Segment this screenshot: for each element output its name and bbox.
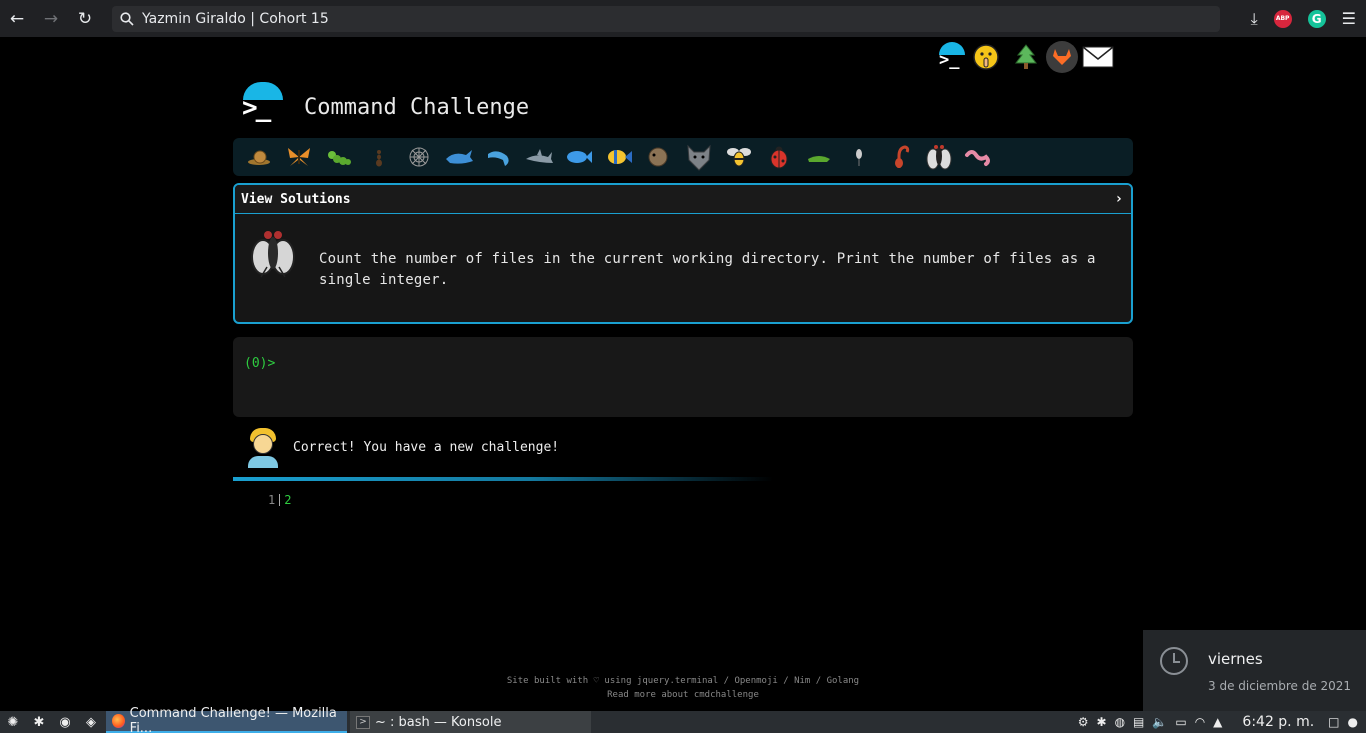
show-desktop-icon[interactable]: □ bbox=[1328, 715, 1339, 729]
taskbar: ✺ ✱ ◉ ◈ Command Challenge! — Mozilla Fi.… bbox=[0, 706, 1366, 733]
updates-icon[interactable]: ⚙ bbox=[1078, 715, 1089, 729]
slack-tray-icon[interactable]: ✱ bbox=[1097, 715, 1107, 729]
fish-icon[interactable] bbox=[559, 138, 599, 176]
hamburger-menu-icon[interactable]: ☰ bbox=[1342, 9, 1356, 28]
firefox-icon bbox=[112, 714, 125, 728]
battery-icon[interactable]: ▭ bbox=[1175, 715, 1186, 729]
github-icon[interactable]: ● bbox=[1348, 715, 1358, 729]
chevron-right-icon: › bbox=[1114, 191, 1123, 207]
calendar-notification[interactable]: viernes 3 de diciembre de 2021 bbox=[1143, 630, 1366, 711]
dolphin-icon[interactable] bbox=[479, 138, 519, 176]
progress-bar bbox=[233, 477, 773, 481]
ant-icon[interactable] bbox=[359, 138, 399, 176]
clipboard-icon[interactable]: ▤ bbox=[1133, 715, 1144, 729]
step-current[interactable]: 2 bbox=[284, 493, 291, 507]
taskbar-firefox[interactable]: Command Challenge! — Mozilla Fi... bbox=[106, 706, 347, 733]
bee-icon[interactable] bbox=[719, 138, 759, 176]
whale-icon[interactable] bbox=[439, 138, 479, 176]
network-tray-icon[interactable]: ◍ bbox=[1115, 715, 1125, 729]
caterpillar-icon[interactable] bbox=[319, 138, 359, 176]
taskbar-konsole-title: ~ : bash — Konsole bbox=[375, 714, 502, 730]
clock-time[interactable]: 6:42 p. m. bbox=[1242, 714, 1314, 730]
shark-icon[interactable] bbox=[519, 138, 559, 176]
grammarly-icon[interactable]: G bbox=[1307, 9, 1326, 28]
gitlab-icon[interactable] bbox=[1046, 41, 1078, 73]
challenge-description: Count the number of files in the current… bbox=[319, 251, 1096, 288]
mosquito-icon[interactable] bbox=[839, 138, 879, 176]
terminal-logo-icon[interactable]: >_ bbox=[932, 41, 966, 73]
download-icon[interactable]: ⤓ bbox=[1251, 9, 1258, 29]
site-logo[interactable]: >_ bbox=[240, 82, 286, 123]
reload-icon[interactable]: ↻ bbox=[68, 0, 102, 37]
mail-icon[interactable] bbox=[1078, 40, 1118, 74]
terminal-input[interactable]: (0)> bbox=[233, 337, 1133, 417]
person-avatar-icon bbox=[244, 428, 282, 468]
taskbar-firefox-title: Command Challenge! — Mozilla Fi... bbox=[129, 706, 337, 733]
app-launcher-icon[interactable]: ✺ bbox=[0, 711, 26, 733]
pufferfish-icon[interactable] bbox=[639, 138, 679, 176]
butterfly-icon[interactable] bbox=[279, 138, 319, 176]
whatsapp-icon[interactable]: ◉ bbox=[52, 711, 78, 733]
worm-icon[interactable] bbox=[959, 138, 999, 176]
wolf-icon[interactable] bbox=[679, 138, 719, 176]
scorpion-icon[interactable] bbox=[879, 138, 919, 176]
wifi-icon[interactable]: ◠ bbox=[1195, 715, 1205, 729]
address-bar[interactable]: Yazmin Giraldo | Cohort 15 bbox=[112, 6, 1220, 32]
discord-icon[interactable]: ◈ bbox=[78, 711, 104, 733]
terminal-prompt: (0)> bbox=[244, 356, 276, 371]
snail-icon[interactable] bbox=[239, 138, 279, 176]
notification-date: 3 de diciembre de 2021 bbox=[1208, 679, 1352, 693]
shushing-face-icon[interactable] bbox=[966, 40, 1006, 74]
fly-icon[interactable] bbox=[919, 138, 959, 176]
tree-icon[interactable] bbox=[1006, 40, 1046, 74]
challenge-steps: 1 2 bbox=[268, 493, 291, 507]
challenge-nav bbox=[233, 138, 1133, 176]
browser-toolbar: ← → ↻ Yazmin Giraldo | Cohort 15 ⤓ ABP G… bbox=[0, 0, 1366, 37]
challenge-panel: View Solutions › Count the number of fil… bbox=[233, 183, 1133, 324]
system-tray: ⚙ ✱ ◍ ▤ 🔈 ▭ ◠ ▲ 6:42 p. m. □ ● bbox=[1078, 711, 1366, 733]
url-text: Yazmin Giraldo | Cohort 15 bbox=[142, 11, 329, 27]
forward-arrow-icon[interactable]: → bbox=[34, 0, 68, 37]
taskbar-konsole[interactable]: > ~ : bash — Konsole bbox=[350, 711, 591, 733]
slack-icon[interactable]: ✱ bbox=[26, 711, 52, 733]
search-icon bbox=[120, 12, 134, 26]
konsole-icon: > bbox=[356, 715, 370, 729]
notification-day: viernes bbox=[1208, 650, 1263, 668]
volume-icon[interactable]: 🔈 bbox=[1152, 715, 1167, 729]
footer-credits: Site built with ♡ using jquery.terminal … bbox=[506, 676, 860, 686]
spider-web-icon[interactable] bbox=[399, 138, 439, 176]
feedback-message: Correct! You have a new challenge! bbox=[293, 440, 560, 455]
back-arrow-icon[interactable]: ← bbox=[0, 0, 34, 37]
adblock-plus-icon[interactable]: ABP bbox=[1273, 9, 1292, 28]
tropical-fish-icon[interactable] bbox=[599, 138, 639, 176]
footer-read-more-link[interactable]: Read more about cmdchallenge bbox=[233, 688, 1133, 702]
toolbar-actions: ⤓ ABP G ☰ bbox=[1251, 0, 1356, 37]
tray-expand-icon[interactable]: ▲ bbox=[1213, 715, 1222, 729]
site-footer: Site built with ♡ using jquery.terminal … bbox=[233, 674, 1133, 702]
step-divider bbox=[279, 494, 281, 506]
page-title: Command Challenge bbox=[304, 95, 530, 120]
social-links: >_ bbox=[932, 40, 1118, 74]
fly-icon bbox=[251, 231, 295, 278]
cricket-icon[interactable] bbox=[799, 138, 839, 176]
ladybug-icon[interactable] bbox=[759, 138, 799, 176]
step-completed[interactable]: 1 bbox=[268, 493, 275, 507]
view-solutions-toggle[interactable]: View Solutions › bbox=[235, 185, 1131, 214]
view-solutions-label: View Solutions bbox=[241, 191, 351, 207]
clock-icon bbox=[1160, 647, 1188, 675]
